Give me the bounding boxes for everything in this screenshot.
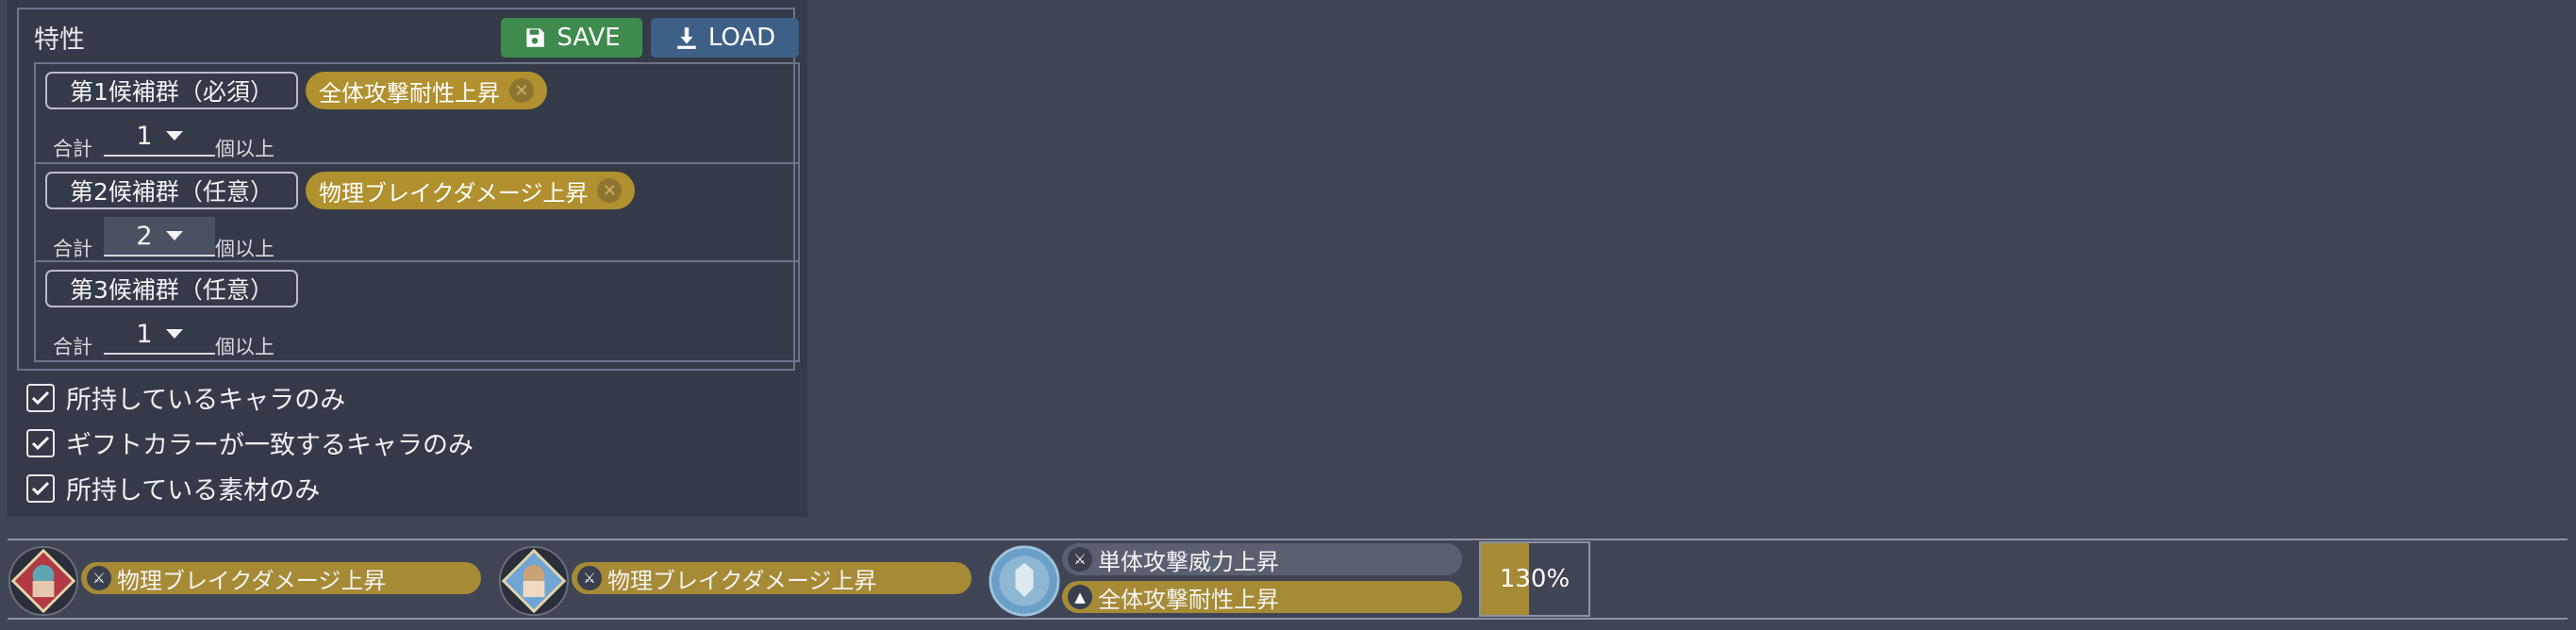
checkbox[interactable] [26,473,55,503]
divider [8,539,2568,540]
sum-prefix: 合計 [53,138,92,160]
character-portrait [498,545,570,617]
trait-label: 全体攻撃耐性上昇 [1098,586,1279,613]
percentage-label: 130% [1499,565,1571,593]
filter-owned-characters[interactable]: 所持しているキャラのみ [26,379,345,416]
filter-gift-color[interactable]: ギフトカラーが一致するキャラのみ [26,424,474,461]
trait-panel: 特性 SAVE LOAD 第1候補群（必須） 全体攻撃耐性上昇 ✕ 合計 1 個… [8,0,807,517]
sum-prefix: 合計 [53,336,92,358]
checkbox[interactable] [26,383,55,412]
candidate-group-2: 第2候補群（任意） 物理ブレイクダメージ上昇 ✕ 合計 2 個以上 [36,162,798,262]
save-button[interactable]: SAVE [501,18,642,58]
checkbox[interactable] [26,428,55,457]
count-value: 2 [136,221,153,251]
filter-label: 所持しているキャラのみ [66,386,346,415]
candidate-group-3: 第3候補群（任意） 合計 1 個以上 [36,260,798,360]
trait-section: 特性 SAVE LOAD 第1候補群（必須） 全体攻撃耐性上昇 ✕ 合計 1 個… [17,8,800,371]
load-label: LOAD [707,24,776,52]
result-card[interactable]: ⚔ 物理ブレイクダメージ上昇 [496,543,972,617]
sum-prefix: 合計 [53,238,92,260]
check-icon [31,481,50,495]
physical-attack-icon: ⚔ [87,566,111,590]
trait-chip-label: 全体攻撃耐性上昇 [319,79,500,107]
group-label[interactable]: 第1候補群（必須） [45,72,298,109]
material-portrait [989,545,1060,617]
trait-pill: ⚔ 物理ブレイクダメージ上昇 [572,562,972,594]
sum-suffix: 個以上 [215,238,274,260]
filter-owned-materials[interactable]: 所持している素材のみ [26,470,320,506]
trait-pill: ▲ 全体攻撃耐性上昇 [1062,581,1462,613]
count-select[interactable]: 1 [104,315,215,355]
candidate-groups: 第1候補群（必須） 全体攻撃耐性上昇 ✕ 合計 1 個以上 第2候補群（任意） … [34,62,800,362]
physical-attack-icon: ⚔ [577,566,602,590]
chevron-down-icon [165,231,183,240]
save-label: SAVE [557,24,621,52]
load-button[interactable]: LOAD [651,18,799,58]
trait-label: 単体攻撃威力上昇 [1098,548,1279,575]
trait-pill: ⚔ 単体攻撃威力上昇 [1062,543,1462,575]
divider [8,618,2568,620]
group-label[interactable]: 第3候補群（任意） [45,270,298,307]
close-icon[interactable]: ✕ [597,178,623,203]
count-select[interactable]: 2 [104,217,215,257]
check-icon [31,390,50,405]
chevron-down-icon [165,329,183,339]
trait-chip-label: 物理ブレイクダメージ上昇 [319,179,589,207]
result-card[interactable]: ⚔ 物理ブレイクダメージ上昇 [6,543,482,617]
trait-chip[interactable]: 物理ブレイクダメージ上昇 ✕ [306,172,636,209]
match-percentage: 130% [1479,541,1590,617]
trait-chip[interactable]: 全体攻撃耐性上昇 ✕ [306,72,547,109]
chevron-down-icon [165,131,183,141]
trait-label: 物理ブレイクダメージ上昇 [117,567,387,594]
check-icon [31,436,50,450]
count-value: 1 [136,319,153,349]
filter-label: ギフトカラーが一致するキャラのみ [66,431,474,460]
close-icon[interactable]: ✕ [509,78,534,103]
candidate-group-1: 第1候補群（必須） 全体攻撃耐性上昇 ✕ 合計 1 個以上 [36,64,798,164]
defense-up-icon: ▲ [1068,585,1092,609]
trait-pill: ⚔ 物理ブレイクダメージ上昇 [81,562,481,594]
trait-title: 特性 [34,25,85,55]
count-value: 1 [136,121,153,151]
sum-suffix: 個以上 [215,336,274,358]
count-select[interactable]: 1 [104,117,215,157]
result-card[interactable]: ⚔ 単体攻撃威力上昇 ▲ 全体攻撃耐性上昇 [987,543,1463,617]
character-portrait [8,545,79,617]
download-icon [677,27,696,49]
filter-label: 所持している素材のみ [66,476,321,506]
trait-label: 物理ブレイクダメージ上昇 [607,567,877,594]
sum-suffix: 個以上 [215,138,274,160]
physical-attack-icon: ⚔ [1068,547,1092,572]
group-label[interactable]: 第2候補群（任意） [45,172,298,209]
save-icon [526,28,545,47]
